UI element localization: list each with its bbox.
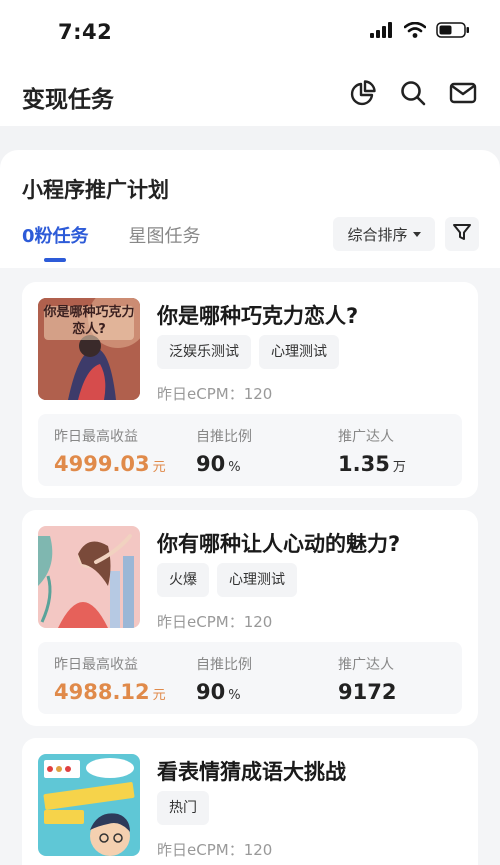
stat-label: 自推比例 [196, 657, 252, 673]
chart-button[interactable] [348, 80, 378, 110]
battery-icon [436, 22, 470, 42]
sort-dropdown[interactable]: 综合排序 [333, 217, 435, 251]
stat-label: 昨日最高收益 [54, 429, 138, 445]
earnings-value: 4999.03 [54, 452, 150, 476]
tag: 火爆 [157, 563, 209, 597]
stat-value: 1.35 万 [338, 452, 406, 476]
promoters-value: 1.35 [338, 452, 390, 476]
signal-icon [370, 22, 394, 42]
task-card[interactable]: 看表情猜成语大挑战 热门 昨日eCPM：120 [22, 738, 478, 865]
promotion-panel: 小程序推广计划 0粉任务 星图任务 综合排序 你是哪种巧克力恋人? 你是哪种巧克… [0, 150, 500, 865]
wifi-icon [403, 21, 427, 42]
tab-zero-fans[interactable]: 0粉任务 [22, 222, 89, 262]
stat-value: 90% [196, 680, 252, 704]
nav-bar: 变现任务 [0, 66, 500, 126]
tag: 心理测试 [259, 335, 339, 369]
status-time: 7:42 [58, 20, 113, 44]
stats-box: 昨日最高收益 4999.03 元 自推比例 90% 推广达人 1.35 万 [38, 414, 462, 486]
panel-header: 小程序推广计划 0粉任务 星图任务 综合排序 [0, 150, 500, 268]
stat-value: 90% [196, 452, 252, 476]
tag: 热门 [157, 791, 209, 825]
mail-icon [449, 80, 477, 110]
ecpm-text: 昨日eCPM：120 [157, 385, 273, 403]
earnings-unit: 元 [152, 688, 166, 703]
stat-value: 4999.03 元 [54, 452, 166, 476]
mail-button[interactable] [448, 80, 478, 110]
task-card[interactable]: 你有哪种让人心动的魅力? 火爆 心理测试 昨日eCPM：120 昨日最高收益 4… [22, 510, 478, 726]
stat-value: 9172 [338, 680, 399, 704]
task-thumbnail: 你是哪种巧克力恋人? [38, 298, 140, 400]
thumbnail-caption: 你是哪种巧克力恋人? [43, 305, 135, 337]
tab-xingtu[interactable]: 星图任务 [129, 222, 201, 262]
stat-label: 自推比例 [196, 429, 252, 445]
tag-list: 热门 [157, 791, 209, 825]
task-title: 看表情猜成语大挑战 [157, 760, 346, 784]
nav-actions [348, 80, 478, 110]
filter-button[interactable] [445, 217, 479, 251]
ratio-value: 90 [196, 680, 226, 704]
earnings-value: 4988.12 [54, 680, 150, 704]
task-title: 你有哪种让人心动的魅力? [157, 532, 401, 556]
task-thumbnail [38, 754, 140, 856]
tabs: 0粉任务 星图任务 [22, 222, 201, 262]
search-icon [400, 80, 426, 110]
stat-value: 4988.12 元 [54, 680, 166, 704]
stat-ratio: 自推比例 90% [196, 426, 252, 476]
stat-label: 推广达人 [338, 429, 394, 445]
filter-icon [452, 222, 472, 246]
stat-promoters: 推广达人 1.35 万 [338, 426, 406, 476]
status-bar: 7:42 [0, 0, 500, 66]
panel-title: 小程序推广计划 [22, 178, 169, 202]
page-title: 变现任务 [22, 87, 114, 113]
stat-label: 推广达人 [338, 657, 394, 673]
task-title: 你是哪种巧克力恋人? [157, 304, 359, 328]
chart-icon [350, 80, 376, 110]
task-thumbnail [38, 526, 140, 628]
stats-box: 昨日最高收益 4988.12 元 自推比例 90% 推广达人 9172 [38, 642, 462, 714]
ecpm-text: 昨日eCPM：120 [157, 841, 273, 859]
caret-down-icon [412, 231, 421, 237]
stat-ratio: 自推比例 90% [196, 654, 252, 704]
earnings-unit: 元 [152, 460, 166, 475]
task-list: 你是哪种巧克力恋人? 你是哪种巧克力恋人? 泛娱乐测试 心理测试 昨日eCPM：… [0, 268, 500, 865]
tag: 心理测试 [217, 563, 297, 597]
divider-strip [0, 126, 500, 138]
task-card[interactable]: 你是哪种巧克力恋人? 你是哪种巧克力恋人? 泛娱乐测试 心理测试 昨日eCPM：… [22, 282, 478, 498]
status-icons [370, 21, 470, 42]
stat-promoters: 推广达人 9172 [338, 654, 399, 704]
ratio-unit: % [228, 688, 241, 703]
ratio-unit: % [228, 460, 241, 475]
tag-list: 火爆 心理测试 [157, 563, 297, 597]
ecpm-text: 昨日eCPM：120 [157, 613, 273, 631]
tag-list: 泛娱乐测试 心理测试 [157, 335, 339, 369]
ratio-value: 90 [196, 452, 226, 476]
tag: 泛娱乐测试 [157, 335, 251, 369]
sort-label: 综合排序 [347, 225, 408, 244]
stat-max-earnings: 昨日最高收益 4988.12 元 [54, 654, 166, 704]
promoters-unit: 万 [392, 460, 406, 475]
stat-label: 昨日最高收益 [54, 657, 138, 673]
promoters-value: 9172 [338, 680, 397, 704]
stat-max-earnings: 昨日最高收益 4999.03 元 [54, 426, 166, 476]
search-button[interactable] [398, 80, 428, 110]
